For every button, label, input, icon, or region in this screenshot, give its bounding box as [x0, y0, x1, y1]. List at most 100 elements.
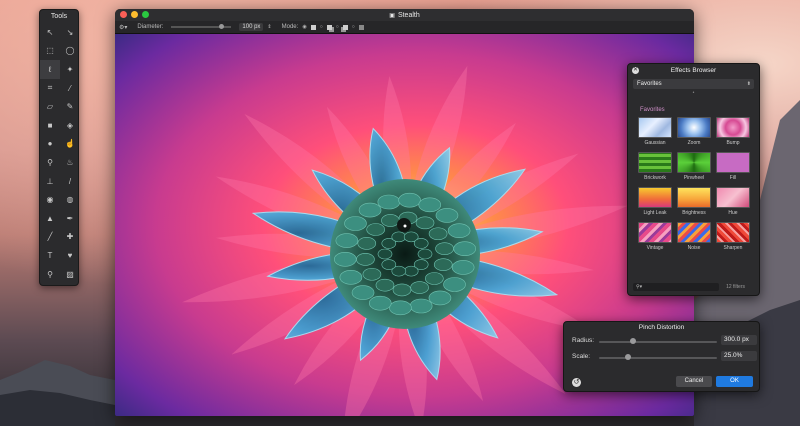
mode-intersect-icon[interactable] — [358, 24, 364, 30]
effect-hue[interactable]: Hue — [714, 187, 752, 218]
effect-bump[interactable]: Bump — [714, 117, 752, 148]
effect-pinwheel[interactable]: Pinwheel — [675, 152, 713, 183]
effect-brightness-thumbnail[interactable] — [677, 187, 711, 208]
radius-slider-knob[interactable] — [630, 338, 636, 344]
smudge-icon[interactable]: ☝ — [60, 135, 80, 154]
scale-field[interactable]: 25.0% — [721, 351, 757, 361]
tool-options-gear-icon[interactable]: ⚙▾ — [119, 24, 127, 31]
scale-slider[interactable] — [599, 357, 717, 359]
paint-bucket-icon[interactable]: ◈ — [60, 116, 80, 135]
effect-label: Brightness — [682, 210, 706, 216]
diameter-stepper[interactable]: ⇕ — [267, 24, 271, 30]
text-icon[interactable]: T — [40, 246, 60, 265]
effect-vintage-thumbnail[interactable] — [638, 222, 672, 243]
effect-lightleak-thumbnail[interactable] — [638, 187, 672, 208]
minimize-window-button[interactable] — [131, 11, 138, 18]
effect-vintage[interactable]: Vintage — [636, 222, 674, 253]
dropdown-arrows-icon: ⬍ — [746, 81, 751, 87]
effect-zoom[interactable]: Zoom — [675, 117, 713, 148]
ok-button[interactable]: OK — [716, 376, 753, 387]
mode-radio-2[interactable]: ○ — [320, 24, 323, 30]
effect-bump-thumbnail[interactable] — [716, 117, 750, 138]
mode-radio-4[interactable]: ○ — [352, 24, 355, 30]
effect-gaussian-thumbnail[interactable] — [638, 117, 672, 138]
crop-icon[interactable]: ⌗ — [40, 79, 60, 98]
diameter-slider-knob[interactable] — [219, 24, 225, 29]
zoom-icon[interactable]: ⚲ — [40, 265, 60, 284]
reset-icon[interactable]: ↺ — [572, 378, 581, 387]
lasso-icon[interactable]: ℓ — [40, 60, 60, 79]
red-eye-icon[interactable]: ◉ — [40, 190, 60, 209]
pinch-distortion-title[interactable]: Pinch Distortion — [564, 322, 759, 333]
close-window-button[interactable] — [120, 11, 127, 18]
mode-subtract-icon[interactable] — [342, 24, 348, 30]
brush-icon[interactable]: / — [60, 172, 80, 191]
pen-icon[interactable]: ✒ — [60, 209, 80, 228]
diameter-label: Diameter: — [137, 24, 164, 30]
effect-label: Hue — [728, 210, 738, 216]
effects-search-field[interactable]: ⚲▾ — [633, 283, 719, 291]
scale-row: Scale: 25.0% — [564, 350, 759, 364]
mode-radio-1[interactable]: ◉ — [302, 24, 306, 30]
effect-noise-thumbnail[interactable] — [677, 222, 711, 243]
zoom-window-button[interactable] — [142, 11, 149, 18]
category-dropdown-value: Favorites — [637, 81, 662, 87]
category-dropdown[interactable]: Favorites ⬍ — [633, 79, 754, 89]
eyedropper-icon[interactable]: ⁄ — [60, 79, 80, 98]
rectangle-icon[interactable]: ■ — [40, 116, 60, 135]
flame-icon[interactable]: ♨ — [60, 153, 80, 172]
window-title: Stealth — [397, 11, 420, 19]
effect-zoom-thumbnail[interactable] — [677, 117, 711, 138]
effects-browser-panel: ✕ Effects Browser Favorites ⬍ • Favorite… — [627, 63, 760, 296]
filter-count: 12 filters — [726, 284, 745, 290]
diameter-field[interactable]: 100 px — [239, 23, 264, 31]
effect-hue-thumbnail[interactable] — [716, 187, 750, 208]
effect-brickwork[interactable]: Brickwork — [636, 152, 674, 183]
scale-label: Scale: — [572, 353, 591, 360]
sponge-icon[interactable]: ● — [40, 135, 60, 154]
search-icon: ⚲▾ — [636, 284, 643, 290]
scale-slider-knob[interactable] — [625, 354, 631, 360]
effect-label: Brickwork — [644, 175, 666, 181]
arrow-pointer-icon[interactable]: ↖ — [40, 23, 60, 42]
effect-label: Bump — [726, 140, 740, 146]
mode-radio-3[interactable]: ○ — [336, 24, 339, 30]
radius-slider[interactable] — [599, 341, 717, 343]
radius-row: Radius: 300.0 px — [564, 334, 759, 348]
effect-fill[interactable]: Fill — [714, 152, 752, 183]
heart-shape-icon[interactable]: ♥ — [60, 246, 80, 265]
effect-gaussian[interactable]: Gaussian — [636, 117, 674, 148]
rect-select-icon[interactable]: ⬚ — [40, 42, 60, 61]
close-effects-browser-button[interactable]: ✕ — [632, 67, 639, 74]
effect-noise[interactable]: Noise — [675, 222, 713, 253]
ellipse-select-icon[interactable]: ◯ — [60, 42, 80, 61]
mode-add-icon[interactable] — [326, 24, 332, 30]
effect-label: Vintage — [646, 245, 664, 251]
effect-pinwheel-thumbnail[interactable] — [677, 152, 711, 173]
sharpen-icon[interactable]: ▲ — [40, 209, 60, 228]
magic-wand-icon[interactable]: ✦ — [60, 60, 80, 79]
effect-lightleak[interactable]: Light Leak — [636, 187, 674, 218]
effect-sharpen[interactable]: Sharpen — [714, 222, 752, 253]
diameter-slider[interactable] — [171, 24, 232, 29]
favorites-section-label: Favorites — [640, 107, 665, 113]
effects-browser-title: Effects Browser — [670, 67, 717, 74]
stamp-icon[interactable]: ⊥ — [40, 172, 60, 191]
move-pointer-icon[interactable]: ↘ — [60, 23, 80, 42]
line-icon[interactable]: ╱ — [40, 228, 60, 247]
effect-brightness[interactable]: Brightness — [675, 187, 713, 218]
cancel-button[interactable]: Cancel — [676, 376, 712, 387]
burn-icon[interactable]: ⚲ — [40, 153, 60, 172]
pencil-icon[interactable]: ✎ — [60, 97, 80, 116]
effect-fill-thumbnail[interactable] — [716, 152, 750, 173]
mode-replace-icon[interactable] — [310, 24, 316, 30]
gradient-icon[interactable]: ▨ — [60, 265, 80, 284]
effect-brickwork-thumbnail[interactable] — [638, 152, 672, 173]
effect-sharpen-thumbnail[interactable] — [716, 222, 750, 243]
window-titlebar[interactable]: ▣ Stealth — [115, 9, 694, 21]
radius-field[interactable]: 300.0 px — [721, 335, 757, 345]
heal-icon[interactable]: ✚ — [60, 228, 80, 247]
eraser-icon[interactable]: ▱ — [40, 97, 60, 116]
blur-icon[interactable]: ◍ — [60, 190, 80, 209]
effects-browser-titlebar[interactable]: ✕ Effects Browser — [628, 64, 759, 77]
